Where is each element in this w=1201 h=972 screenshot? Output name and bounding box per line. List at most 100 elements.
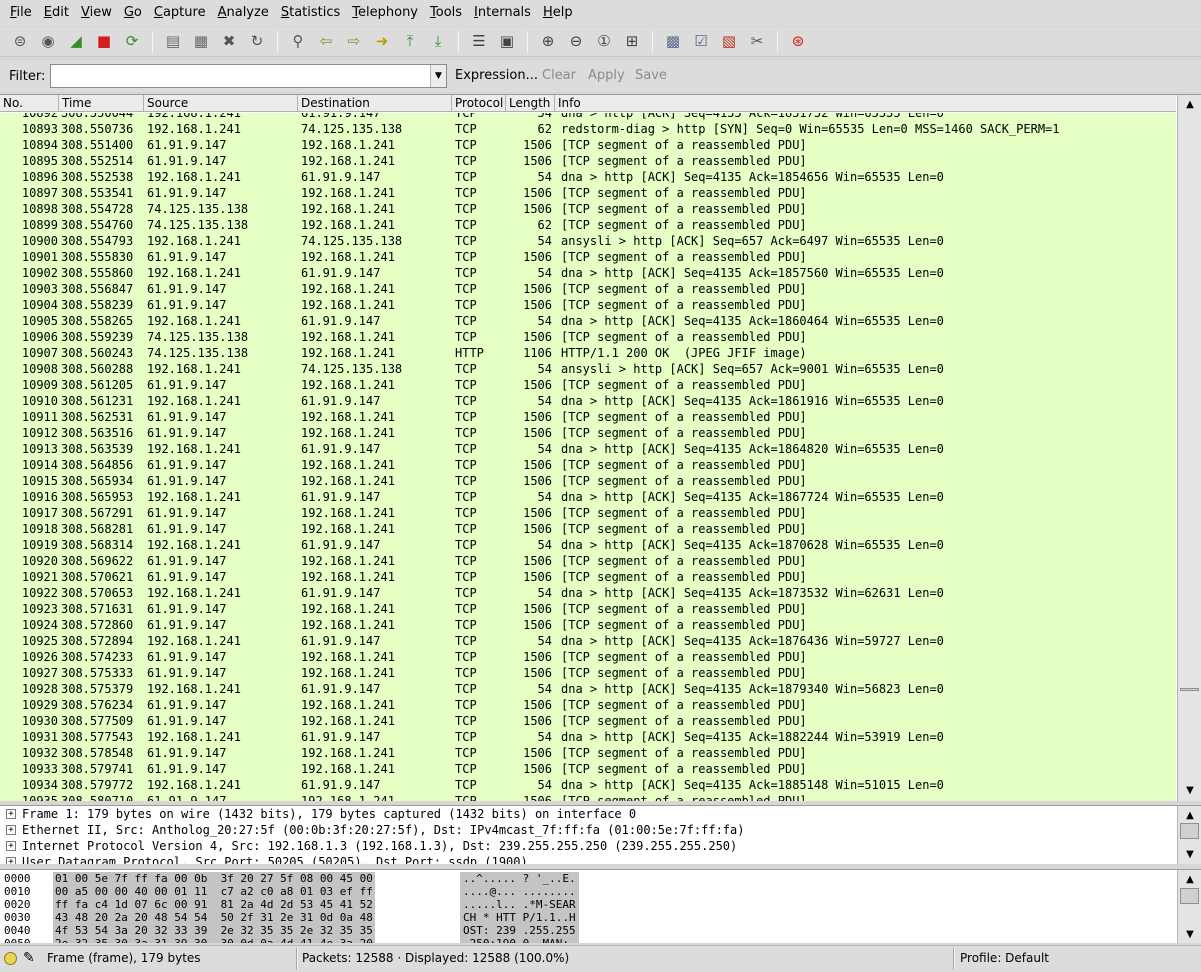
packet-row[interactable]: 10924 308.572860 61.91.9.147 192.168.1.241 T… [0, 617, 1176, 633]
packet-row[interactable]: 10897 308.553541 61.91.9.147 192.168.1.241 T… [0, 185, 1176, 201]
open-file-button[interactable]: ▤ [161, 30, 185, 54]
packet-row[interactable]: 10929 308.576234 61.91.9.147 192.168.1.241 T… [0, 697, 1176, 713]
packet-row[interactable]: 10917 308.567291 61.91.9.147 192.168.1.241 T… [0, 505, 1176, 521]
packet-row[interactable]: 10893 308.550736 192.168.1.241 74.125.135.1… [0, 121, 1176, 137]
packet-row[interactable]: 10911 308.562531 61.91.9.147 192.168.1.241 T… [0, 409, 1176, 425]
packet-row[interactable]: 10916 308.565953 192.168.1.241 61.91.9.147 T… [0, 489, 1176, 505]
expression-button[interactable]: Expression... [455, 68, 538, 83]
details-scrollbar[interactable]: ▲ ▼ [1177, 806, 1201, 864]
detail-tree-item[interactable]: + Ethernet II, Src: Antholog_20:27:5f (00… [0, 822, 1176, 838]
capture-options-button[interactable]: ◉ [36, 30, 60, 54]
packet-row[interactable]: 10898 308.554728 74.125.135.138 192.168.1.2… [0, 201, 1176, 217]
packet-row[interactable]: 10922 308.570653 192.168.1.241 61.91.9.147 T… [0, 585, 1176, 601]
packet-row[interactable]: 10928 308.575379 192.168.1.241 61.91.9.147 T… [0, 681, 1176, 697]
bytes-hex[interactable]: 43 48 20 2a 20 48 54 54 50 2f 31 2e 31 0… [53, 911, 375, 924]
packet-row[interactable]: 10899 308.554760 74.125.135.138 192.168.1.2… [0, 217, 1176, 233]
preferences-button[interactable]: ✂ [745, 30, 769, 54]
close-file-button[interactable]: ✖ [217, 30, 241, 54]
packet-row[interactable]: 10918 308.568281 61.91.9.147 192.168.1.241 T… [0, 521, 1176, 537]
packet-list-scrollbar[interactable]: ▲ ▼ [1177, 95, 1201, 801]
auto-scroll-button[interactable]: ▣ [495, 30, 519, 54]
detail-tree-item[interactable]: + Internet Protocol Version 4, Src: 192.1… [0, 838, 1176, 854]
filter-combobox[interactable]: ▼ [50, 64, 447, 88]
expand-icon[interactable]: + [6, 841, 16, 851]
packet-row[interactable]: 10934 308.579772 192.168.1.241 61.91.9.147 T… [0, 777, 1176, 793]
scroll-up-icon[interactable]: ▲ [1181, 807, 1199, 823]
packet-row[interactable]: 10925 308.572894 192.168.1.241 61.91.9.147 T… [0, 633, 1176, 649]
packet-row[interactable]: 10912 308.563516 61.91.9.147 192.168.1.241 T… [0, 425, 1176, 441]
menu-telephony[interactable]: Telephony [346, 0, 424, 26]
bytes-ascii[interactable]: ....@... ........ [460, 885, 579, 898]
go-to-packet-button[interactable]: ➜ [370, 30, 394, 54]
display-filters-button[interactable]: ☑ [689, 30, 713, 54]
stop-capture-button[interactable]: ■ [92, 30, 116, 54]
menu-internals[interactable]: Internals [468, 0, 537, 26]
packet-row[interactable]: 10923 308.571631 61.91.9.147 192.168.1.241 T… [0, 601, 1176, 617]
packet-row[interactable]: 10902 308.555860 192.168.1.241 61.91.9.147 T… [0, 265, 1176, 281]
packet-row[interactable]: 10901 308.555830 61.91.9.147 192.168.1.241 T… [0, 249, 1176, 265]
capture-comment-icon[interactable]: ✎ [23, 950, 35, 966]
clear-button[interactable]: Clear [542, 68, 576, 83]
packet-row[interactable]: 10908 308.560288 192.168.1.241 74.125.135.1… [0, 361, 1176, 377]
bytes-hex[interactable]: 00 a5 00 00 40 00 01 11 c7 a2 c0 a8 01 0… [53, 885, 375, 898]
packet-row[interactable]: 10904 308.558239 61.91.9.147 192.168.1.241 T… [0, 297, 1176, 313]
bytes-hex[interactable]: 4f 53 54 3a 20 32 33 39 2e 32 35 35 2e 3… [53, 924, 375, 937]
colorize-button[interactable]: ☰ [467, 30, 491, 54]
bytes-ascii[interactable]: .250:190 0..MAN: [460, 937, 579, 943]
column-header-info[interactable]: Info [555, 95, 1176, 112]
save-file-button[interactable]: ▦ [189, 30, 213, 54]
menu-analyze[interactable]: Analyze [212, 0, 275, 26]
reload-button[interactable]: ↻ [245, 30, 269, 54]
packet-row[interactable]: 10927 308.575333 61.91.9.147 192.168.1.241 T… [0, 665, 1176, 681]
packet-row[interactable]: 10926 308.574233 61.91.9.147 192.168.1.241 T… [0, 649, 1176, 665]
help-button[interactable]: ⊛ [786, 30, 810, 54]
packet-row[interactable]: 10900 308.554793 192.168.1.241 74.125.135.1… [0, 233, 1176, 249]
packet-row[interactable]: 10903 308.556847 61.91.9.147 192.168.1.241 T… [0, 281, 1176, 297]
packet-row[interactable]: 10895 308.552514 61.91.9.147 192.168.1.241 T… [0, 153, 1176, 169]
bytes-scrollbar[interactable]: ▲ ▼ [1177, 870, 1201, 943]
first-packet-button[interactable]: ⤒ [398, 30, 422, 54]
status-profile[interactable]: Profile: Default [960, 951, 1049, 965]
packet-row[interactable]: 10914 308.564856 61.91.9.147 192.168.1.241 T… [0, 457, 1176, 473]
packet-row[interactable]: 10909 308.561205 61.91.9.147 192.168.1.241 T… [0, 377, 1176, 393]
packet-row[interactable]: 10920 308.569622 61.91.9.147 192.168.1.241 T… [0, 553, 1176, 569]
packet-row[interactable]: 10932 308.578548 61.91.9.147 192.168.1.241 T… [0, 745, 1176, 761]
scrollbar-thumb[interactable] [1180, 688, 1199, 691]
normal-size-button[interactable]: ① [592, 30, 616, 54]
expand-icon[interactable]: + [6, 857, 16, 864]
packet-row[interactable]: 10894 308.551400 61.91.9.147 192.168.1.241 T… [0, 137, 1176, 153]
menu-file[interactable]: File [4, 0, 38, 26]
menu-statistics[interactable]: Statistics [275, 0, 346, 26]
resize-columns-button[interactable]: ⊞ [620, 30, 644, 54]
packet-row[interactable]: 10919 308.568314 192.168.1.241 61.91.9.147 T… [0, 537, 1176, 553]
packet-row[interactable]: 10905 308.558265 192.168.1.241 61.91.9.147 T… [0, 313, 1176, 329]
packet-row[interactable]: 10910 308.561231 192.168.1.241 61.91.9.147 T… [0, 393, 1176, 409]
scroll-down-icon[interactable]: ▼ [1181, 782, 1199, 798]
start-capture-button[interactable]: ◢ [64, 30, 88, 54]
detail-tree-item[interactable]: + Frame 1: 179 bytes on wire (1432 bits),… [0, 806, 1176, 822]
capture-filters-button[interactable]: ▩ [661, 30, 685, 54]
last-packet-button[interactable]: ⤓ [426, 30, 450, 54]
expand-icon[interactable]: + [6, 809, 16, 819]
filter-input[interactable] [51, 65, 431, 87]
column-header-protocol[interactable]: Protocol [452, 95, 506, 112]
packet-row[interactable]: 10913 308.563539 192.168.1.241 61.91.9.147 T… [0, 441, 1176, 457]
filter-dropdown-button[interactable]: ▼ [430, 65, 446, 87]
scroll-down-icon[interactable]: ▼ [1181, 926, 1199, 942]
packet-row[interactable]: 10921 308.570621 61.91.9.147 192.168.1.241 T… [0, 569, 1176, 585]
go-forward-button[interactable]: ⇨ [342, 30, 366, 54]
menu-tools[interactable]: Tools [424, 0, 468, 26]
expand-icon[interactable]: + [6, 825, 16, 835]
column-header-length[interactable]: Length [506, 95, 555, 112]
column-header-destination[interactable]: Destination [298, 95, 452, 112]
apply-button[interactable]: Apply [588, 68, 625, 83]
expert-info-icon[interactable] [4, 952, 17, 965]
bytes-ascii[interactable]: .....l.. .*M-SEAR [460, 898, 579, 911]
interfaces-button[interactable]: ⊜ [8, 30, 32, 54]
packet-row[interactable]: 10930 308.577509 61.91.9.147 192.168.1.241 T… [0, 713, 1176, 729]
packet-row[interactable]: 10892 308.550044 192.168.1.241 61.91.9.147 T… [0, 113, 1176, 121]
menu-go[interactable]: Go [118, 0, 148, 26]
packet-row[interactable]: 10931 308.577543 192.168.1.241 61.91.9.147 T… [0, 729, 1176, 745]
packet-row[interactable]: 10896 308.552538 192.168.1.241 61.91.9.147 T… [0, 169, 1176, 185]
menu-help[interactable]: Help [537, 0, 579, 26]
